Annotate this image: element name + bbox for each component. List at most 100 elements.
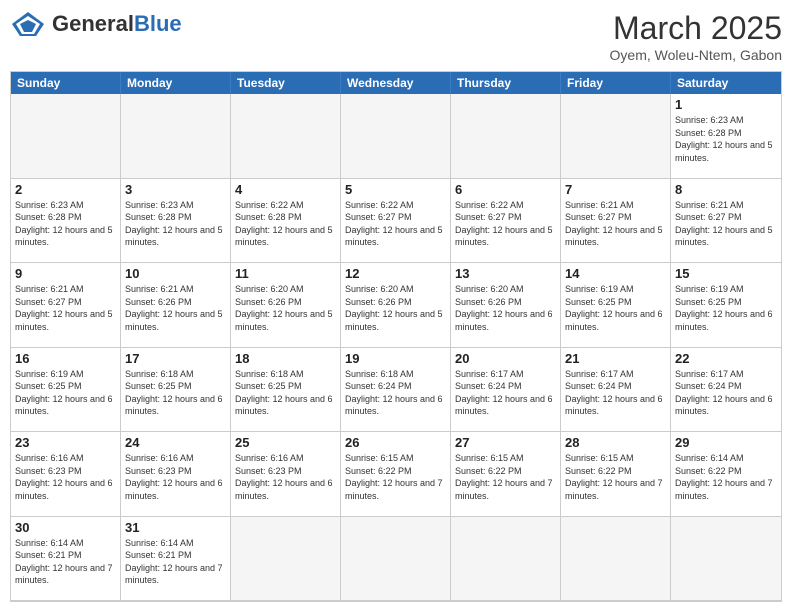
date-number: 21 — [565, 351, 666, 366]
calendar-cell — [341, 517, 451, 602]
date-number: 15 — [675, 266, 777, 281]
calendar-cell: 24 Sunrise: 6:16 AMSunset: 6:23 PMDayligh… — [121, 432, 231, 517]
page: GeneralBlue March 2025 Oyem, Woleu-Ntem,… — [0, 0, 792, 612]
calendar-cell: 2Sunrise: 6:23 AMSunset: 6:28 PMDaylight… — [11, 179, 121, 264]
title-block: March 2025 Oyem, Woleu-Ntem, Gabon — [610, 10, 782, 63]
date-number: 22 — [675, 351, 777, 366]
cell-info: Sunrise: 6:14 AMSunset: 6:21 PMDaylight:… — [15, 537, 116, 587]
cell-info: Sunrise: 6:23 AMSunset: 6:28 PMDaylight:… — [675, 114, 777, 164]
cell-info: Sunrise: 6:14 AMSunset: 6:21 PMDaylight:… — [125, 537, 226, 587]
calendar-cell: 5 Sunrise: 6:22 AMSunset: 6:27 PMDaylight… — [341, 179, 451, 264]
calendar-cell: 13 Sunrise: 6:20 AMSunset: 6:26 PMDayligh… — [451, 263, 561, 348]
calendar-cell: 31 Sunrise: 6:14 AMSunset: 6:21 PMDayligh… — [121, 517, 231, 602]
calendar-cell: 27Sunrise: 6:15 AMSunset: 6:22 PMDayligh… — [451, 432, 561, 517]
date-number: 18 — [235, 351, 336, 366]
calendar-cell: 23 Sunrise: 6:16 AMSunset: 6:23 PMDayligh… — [11, 432, 121, 517]
date-number: 2 — [15, 182, 116, 197]
cell-info: Sunrise: 6:23 AMSunset: 6:28 PMDaylight:… — [125, 199, 226, 249]
cell-info: Sunrise: 6:14 AMSunset: 6:22 PMDaylight:… — [675, 452, 777, 502]
day-headers: Sunday Monday Tuesday Wednesday Thursday… — [11, 72, 781, 94]
logo-blue: Blue — [134, 11, 182, 36]
calendar-cell — [341, 94, 451, 179]
header: GeneralBlue March 2025 Oyem, Woleu-Ntem,… — [10, 10, 782, 63]
calendar-cell: 26 Sunrise: 6:15 AMSunset: 6:22 PMDayligh… — [341, 432, 451, 517]
cell-info: Sunrise: 6:16 AMSunset: 6:23 PMDaylight:… — [125, 452, 226, 502]
date-number: 11 — [235, 266, 336, 281]
cell-info: Sunrise: 6:21 AMSunset: 6:27 PMDaylight:… — [565, 199, 666, 249]
header-thursday: Thursday — [451, 72, 561, 94]
cell-info: Sunrise: 6:16 AMSunset: 6:23 PMDaylight:… — [15, 452, 116, 502]
calendar-cell: 4Sunrise: 6:22 AMSunset: 6:28 PMDaylight… — [231, 179, 341, 264]
cell-info: Sunrise: 6:19 AMSunset: 6:25 PMDaylight:… — [565, 283, 666, 333]
date-number: 12 — [345, 266, 446, 281]
logo-text: GeneralBlue — [52, 11, 182, 37]
calendar-cell — [671, 517, 781, 602]
calendar-cell: 25Sunrise: 6:16 AMSunset: 6:23 PMDayligh… — [231, 432, 341, 517]
date-number: 1 — [675, 97, 777, 112]
calendar-cell: 8 Sunrise: 6:21 AMSunset: 6:27 PMDaylight… — [671, 179, 781, 264]
calendar-cell — [231, 94, 341, 179]
calendar-cell: 28 Sunrise: 6:15 AMSunset: 6:22 PMDayligh… — [561, 432, 671, 517]
header-saturday: Saturday — [671, 72, 781, 94]
date-number: 27 — [455, 435, 556, 450]
calendar-cell — [451, 517, 561, 602]
cell-info: Sunrise: 6:18 AMSunset: 6:25 PMDaylight:… — [125, 368, 226, 418]
calendar-cell: 9Sunrise: 6:21 AMSunset: 6:27 PMDaylight… — [11, 263, 121, 348]
calendar-cell — [231, 517, 341, 602]
date-number: 30 — [15, 520, 116, 535]
cell-info: Sunrise: 6:18 AMSunset: 6:24 PMDaylight:… — [345, 368, 446, 418]
calendar-cell: 21 Sunrise: 6:17 AMSunset: 6:24 PMDayligh… — [561, 348, 671, 433]
date-number: 3 — [125, 182, 226, 197]
calendar-cell: 29Sunrise: 6:14 AMSunset: 6:22 PMDayligh… — [671, 432, 781, 517]
calendar-grid: 1 Sunrise: 6:23 AMSunset: 6:28 PMDaylight… — [11, 94, 781, 601]
cell-info: Sunrise: 6:20 AMSunset: 6:26 PMDaylight:… — [345, 283, 446, 333]
calendar-cell: 10 Sunrise: 6:21 AMSunset: 6:26 PMDayligh… — [121, 263, 231, 348]
date-number: 16 — [15, 351, 116, 366]
calendar-cell: 22Sunrise: 6:17 AMSunset: 6:24 PMDayligh… — [671, 348, 781, 433]
date-number: 6 — [455, 182, 556, 197]
date-number: 25 — [235, 435, 336, 450]
logo-icon — [10, 10, 46, 38]
calendar-cell: 7 Sunrise: 6:21 AMSunset: 6:27 PMDaylight… — [561, 179, 671, 264]
cell-info: Sunrise: 6:21 AMSunset: 6:26 PMDaylight:… — [125, 283, 226, 333]
cell-info: Sunrise: 6:22 AMSunset: 6:27 PMDaylight:… — [345, 199, 446, 249]
date-number: 8 — [675, 182, 777, 197]
calendar: Sunday Monday Tuesday Wednesday Thursday… — [10, 71, 782, 602]
calendar-cell — [561, 94, 671, 179]
calendar-cell: 3 Sunrise: 6:23 AMSunset: 6:28 PMDaylight… — [121, 179, 231, 264]
date-number: 19 — [345, 351, 446, 366]
calendar-cell — [561, 517, 671, 602]
date-number: 24 — [125, 435, 226, 450]
cell-info: Sunrise: 6:21 AMSunset: 6:27 PMDaylight:… — [15, 283, 116, 333]
calendar-cell: 18 Sunrise: 6:18 AMSunset: 6:25 PMDayligh… — [231, 348, 341, 433]
cell-info: Sunrise: 6:18 AMSunset: 6:25 PMDaylight:… — [235, 368, 336, 418]
header-friday: Friday — [561, 72, 671, 94]
calendar-cell: 11Sunrise: 6:20 AMSunset: 6:26 PMDayligh… — [231, 263, 341, 348]
calendar-cell: 19 Sunrise: 6:18 AMSunset: 6:24 PMDayligh… — [341, 348, 451, 433]
date-number: 10 — [125, 266, 226, 281]
date-number: 20 — [455, 351, 556, 366]
cell-info: Sunrise: 6:17 AMSunset: 6:24 PMDaylight:… — [565, 368, 666, 418]
date-number: 14 — [565, 266, 666, 281]
date-number: 5 — [345, 182, 446, 197]
cell-info: Sunrise: 6:20 AMSunset: 6:26 PMDaylight:… — [455, 283, 556, 333]
calendar-cell: 1 Sunrise: 6:23 AMSunset: 6:28 PMDaylight… — [671, 94, 781, 179]
date-number: 23 — [15, 435, 116, 450]
date-number: 7 — [565, 182, 666, 197]
cell-info: Sunrise: 6:19 AMSunset: 6:25 PMDaylight:… — [15, 368, 116, 418]
cell-info: Sunrise: 6:21 AMSunset: 6:27 PMDaylight:… — [675, 199, 777, 249]
calendar-cell: 20Sunrise: 6:17 AMSunset: 6:24 PMDayligh… — [451, 348, 561, 433]
date-number: 26 — [345, 435, 446, 450]
date-number: 31 — [125, 520, 226, 535]
calendar-cell — [451, 94, 561, 179]
date-number: 13 — [455, 266, 556, 281]
header-tuesday: Tuesday — [231, 72, 341, 94]
calendar-cell: 15 Sunrise: 6:19 AMSunset: 6:25 PMDayligh… — [671, 263, 781, 348]
calendar-cell: 6Sunrise: 6:22 AMSunset: 6:27 PMDaylight… — [451, 179, 561, 264]
date-number: 28 — [565, 435, 666, 450]
cell-info: Sunrise: 6:15 AMSunset: 6:22 PMDaylight:… — [345, 452, 446, 502]
month-year: March 2025 — [610, 10, 782, 47]
cell-info: Sunrise: 6:15 AMSunset: 6:22 PMDaylight:… — [565, 452, 666, 502]
calendar-cell: 30 Sunrise: 6:14 AMSunset: 6:21 PMDayligh… — [11, 517, 121, 602]
cell-info: Sunrise: 6:19 AMSunset: 6:25 PMDaylight:… — [675, 283, 777, 333]
